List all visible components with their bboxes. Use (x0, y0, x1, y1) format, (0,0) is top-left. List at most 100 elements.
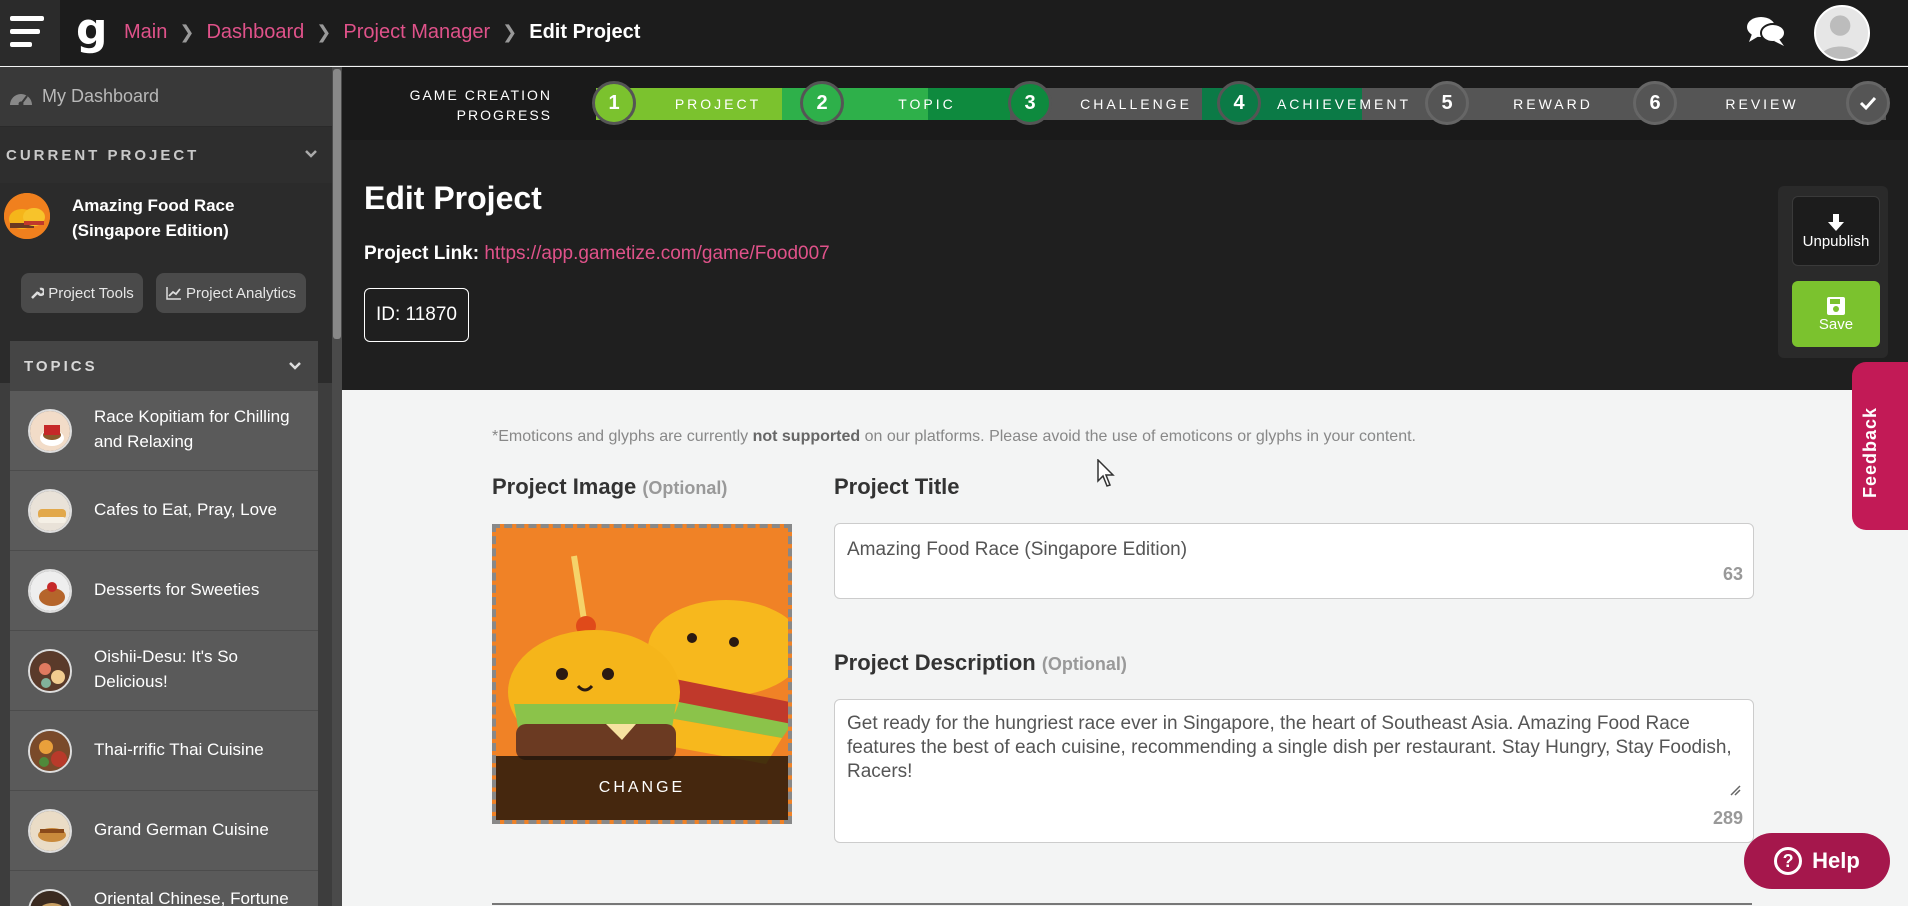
question-icon: ? (1774, 847, 1803, 875)
step-2-label[interactable]: TOPIC (847, 96, 1007, 112)
title-char-count: 63 (1722, 564, 1743, 584)
resize-handle-icon[interactable] (1729, 784, 1741, 796)
feedback-tab[interactable]: Feedback (1852, 362, 1908, 530)
gametize-logo[interactable]: g (76, 8, 108, 52)
project-title-label: Project Title (834, 474, 960, 499)
help-button[interactable]: ? Help (1744, 833, 1890, 889)
topics-header[interactable]: TOPICS (10, 341, 318, 391)
chevron-right-icon: ❯ (179, 22, 195, 42)
topic-thumbnail (28, 809, 72, 853)
my-dashboard-label: My Dashboard (42, 86, 160, 106)
project-link-label: Project Link: (364, 243, 480, 264)
save-button[interactable]: Save (1792, 281, 1880, 347)
notice-text-pre: *Emoticons and glyphs are currently (492, 428, 753, 445)
user-icon (1819, 15, 1861, 59)
topic-thumbnail (28, 409, 72, 453)
project-name[interactable]: Amazing Food Race (Singapore Edition) (72, 193, 312, 243)
topic-thumbnail (28, 649, 72, 693)
step-final-circle[interactable] (1846, 81, 1890, 125)
edit-form: *Emoticons and glyphs are currently not … (342, 390, 1908, 906)
step-4-circle[interactable]: 4 (1217, 81, 1261, 125)
chevron-down-icon (305, 150, 317, 158)
breadcrumb-project-manager[interactable]: Project Manager (343, 21, 490, 44)
topic-label: Oriental Chinese, Fortune (94, 889, 289, 906)
menu-button[interactable] (0, 0, 60, 66)
step-3-label[interactable]: CHALLENGE (1056, 96, 1216, 112)
topic-item[interactable]: Cafes to Eat, Pray, Love (10, 471, 318, 551)
project-analytics-button[interactable]: Project Analytics (156, 273, 306, 313)
topic-item[interactable]: Desserts for Sweeties (10, 551, 318, 631)
hamburger-icon-line (10, 42, 32, 47)
change-image-button[interactable]: CHANGE (496, 756, 788, 820)
arrow-down-icon (1828, 213, 1844, 231)
topic-item[interactable]: Thai-rrific Thai Cuisine (10, 711, 318, 791)
step-1-label[interactable]: PROJECT (638, 96, 798, 112)
notice-text-bold: not supported (752, 428, 861, 445)
unpublish-label: Unpublish (1802, 232, 1870, 250)
chevron-right-icon: ❯ (316, 22, 332, 42)
step-4-label[interactable]: ACHIEVEMENT (1264, 96, 1424, 112)
step-5-label[interactable]: REWARD (1473, 96, 1633, 112)
project-tools-button[interactable]: Project Tools (21, 273, 143, 313)
topic-thumbnail (28, 729, 72, 773)
divider (492, 903, 1752, 905)
topic-thumbnail (28, 889, 72, 906)
project-title-input[interactable]: Amazing Food Race (Singapore Edition) 63 (834, 523, 1754, 599)
topic-item[interactable]: Race Kopitiam for Chilling and Relaxing (10, 391, 318, 471)
help-label: Help (1812, 848, 1860, 873)
game-creation-progress: GAME CREATION PROGRESS 1 PROJECT 2 TOPIC… (342, 67, 1908, 140)
wrench-icon (31, 287, 45, 299)
topic-item[interactable]: Oriental Chinese, Fortune (10, 871, 318, 906)
my-dashboard-link[interactable]: My Dashboard (0, 67, 332, 127)
project-thumbnail (4, 193, 50, 239)
project-analytics-label: Project Analytics (185, 284, 297, 302)
progress-label-line1: GAME CREATION (409, 87, 552, 103)
step-1-circle[interactable]: 1 (592, 81, 636, 125)
sidebar-scrollbar[interactable] (332, 67, 342, 906)
topic-label: Desserts for Sweeties (94, 580, 260, 599)
avatar[interactable] (1814, 5, 1870, 61)
project-image-label-text: Project Image (492, 474, 637, 499)
topic-item[interactable]: Oishii-Desu: It's So Delicious! (10, 631, 318, 711)
line-chart-icon (166, 287, 181, 300)
description-char-count: 289 (1712, 808, 1743, 828)
unpublish-button[interactable]: Unpublish (1792, 196, 1880, 266)
feedback-label: Feedback (1860, 406, 1880, 498)
step-6-circle[interactable]: 6 (1633, 81, 1677, 125)
project-id-badge: ID: 11870 (364, 288, 469, 342)
breadcrumb-edit-project: Edit Project (529, 21, 641, 43)
current-project-heading: CURRENT PROJECT (6, 146, 200, 164)
project-description-label-text: Project Description (834, 650, 1036, 675)
project-description-textarea[interactable]: Get ready for the hungriest race ever in… (834, 699, 1754, 843)
topic-label: Cafes to Eat, Pray, Love (94, 500, 277, 519)
hamburger-icon (10, 16, 44, 21)
action-panel: Unpublish Save (1778, 186, 1888, 358)
current-project-header[interactable]: CURRENT PROJECT (0, 127, 332, 183)
topic-label: Thai-rrific Thai Cuisine (94, 740, 264, 759)
topic-label: Grand German Cuisine (94, 820, 269, 839)
breadcrumb-main[interactable]: Main (124, 21, 167, 44)
chevron-right-icon: ❯ (502, 22, 518, 42)
step-6-label[interactable]: REVIEW (1682, 96, 1842, 112)
step-2-circle[interactable]: 2 (800, 81, 844, 125)
project-tools-label: Project Tools (48, 284, 134, 302)
top-bar: g Main ❯ Dashboard ❯ Project Manager ❯ E… (0, 0, 1908, 66)
notice-text-post: on our platforms. Please avoid the use o… (860, 428, 1416, 445)
topic-thumbnail (28, 489, 72, 533)
breadcrumb-dashboard[interactable]: Dashboard (206, 21, 304, 44)
sidebar: My Dashboard CURRENT PROJECT Amazing Foo… (0, 67, 332, 906)
mouse-cursor-icon (1097, 459, 1115, 487)
floppy-disk-icon (1827, 296, 1845, 315)
chat-icon[interactable] (1746, 14, 1786, 48)
topic-item[interactable]: Grand German Cuisine (10, 791, 318, 871)
scrollbar-thumb[interactable] (333, 69, 341, 339)
emoticon-notice: *Emoticons and glyphs are currently not … (492, 428, 1416, 446)
step-5-circle[interactable]: 5 (1425, 81, 1469, 125)
step-3-circle[interactable]: 3 (1008, 81, 1052, 125)
project-image-upload[interactable]: CHANGE (492, 524, 792, 824)
chevron-down-icon (289, 362, 301, 370)
project-image-label: Project Image (Optional) (492, 474, 727, 500)
page-header: Edit Project Project Link: https://app.g… (342, 140, 1908, 390)
project-link[interactable]: https://app.gametize.com/game/Food007 (484, 243, 829, 264)
check-icon (1859, 96, 1877, 111)
